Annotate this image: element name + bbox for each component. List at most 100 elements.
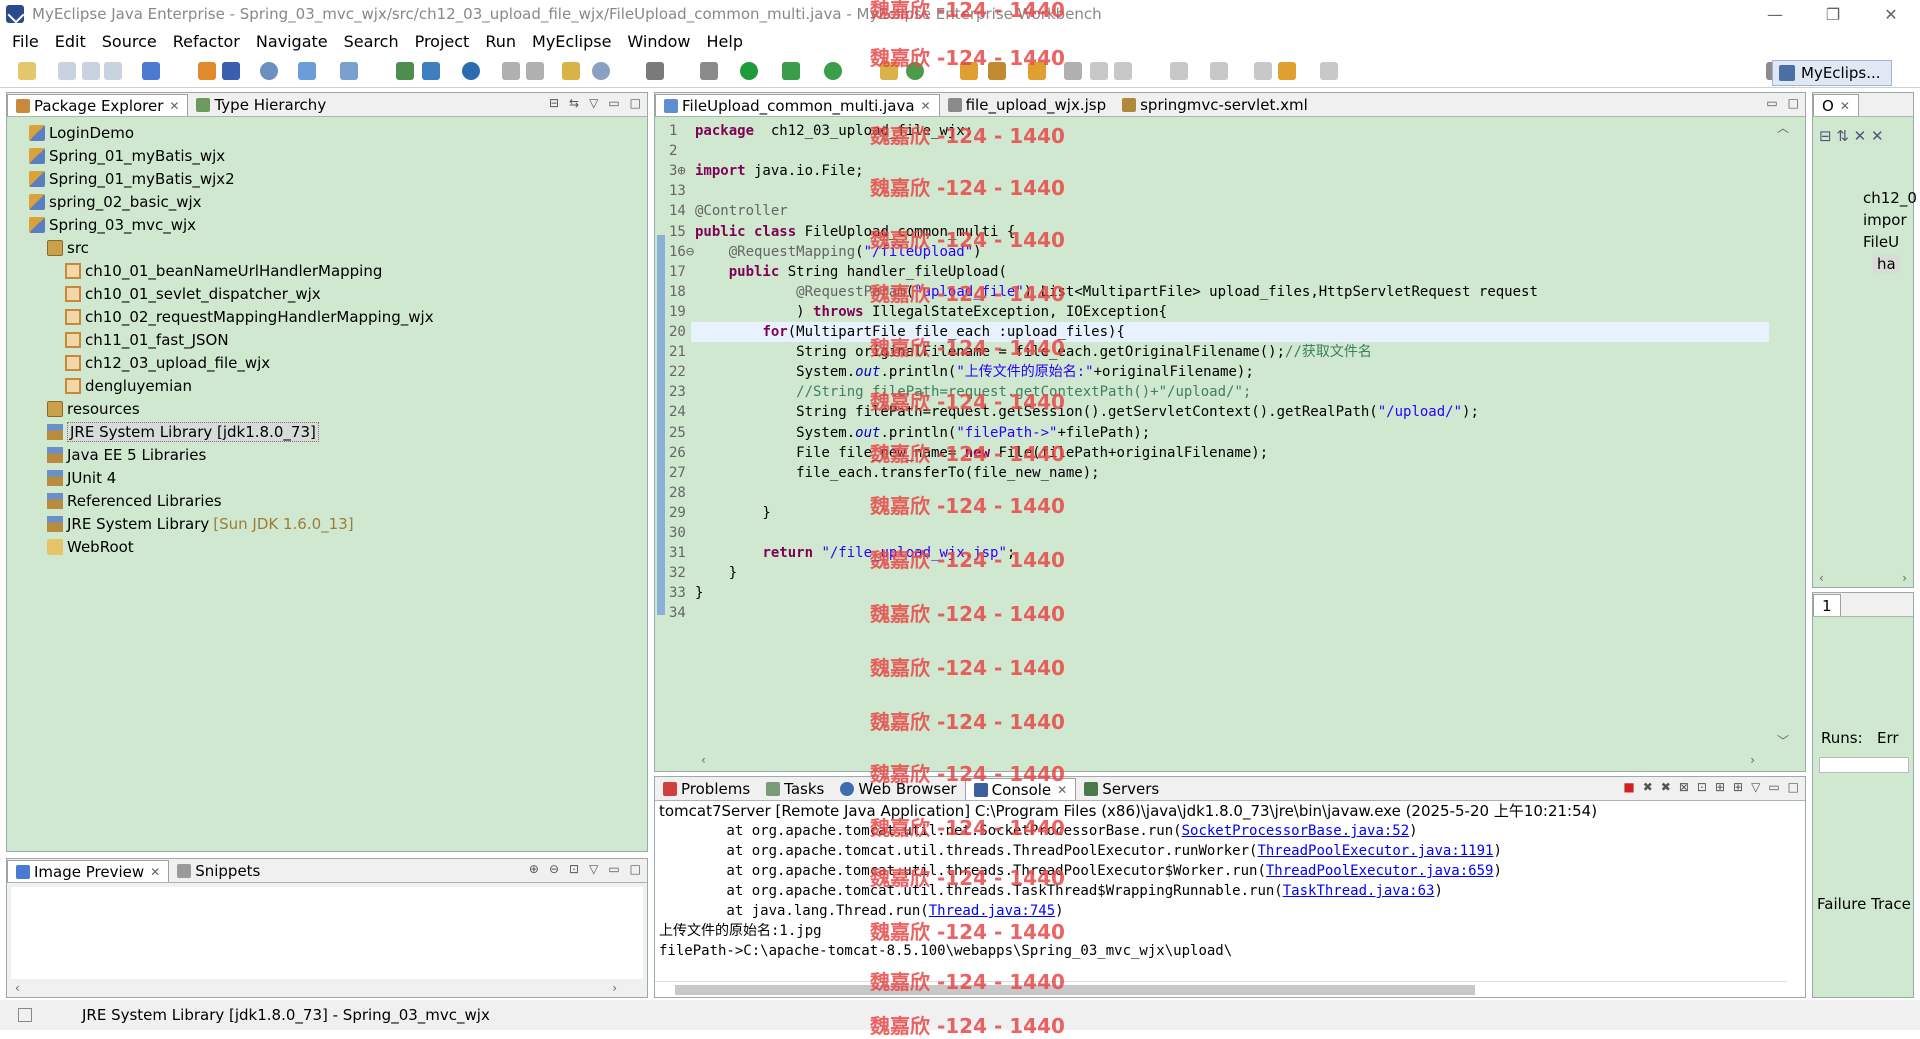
deploy-icon[interactable] xyxy=(198,62,216,80)
maximize-view-icon[interactable]: □ xyxy=(630,862,641,876)
tree-item[interactable]: Spring_01_myBatis_wjx xyxy=(7,144,647,167)
tree-item[interactable]: Spring_01_myBatis_wjx2 xyxy=(7,167,647,190)
outline-item-method[interactable]: ha xyxy=(1873,255,1900,273)
tree-item[interactable]: dengluyemian xyxy=(7,374,647,397)
new-project-icon[interactable] xyxy=(142,62,160,80)
forward-icon[interactable] xyxy=(526,62,544,80)
tree-item[interactable]: Referenced Libraries xyxy=(7,489,647,512)
minimize-view-icon[interactable]: ▭ xyxy=(1768,780,1779,794)
scroll-left-icon[interactable]: ‹ xyxy=(701,753,706,767)
globe-icon[interactable] xyxy=(260,62,278,80)
tree-item[interactable]: resources xyxy=(7,397,647,420)
tab-type-hierarchy[interactable]: Type Hierarchy xyxy=(188,94,334,116)
menu-help[interactable]: Help xyxy=(699,32,751,51)
menu-project[interactable]: Project xyxy=(407,32,478,51)
menu-run[interactable]: Run xyxy=(477,32,524,51)
close-tab-icon[interactable]: ✕ xyxy=(169,99,179,113)
close-tab-icon[interactable]: ✕ xyxy=(921,99,931,113)
display-console-icon[interactable]: ⊞ xyxy=(1715,780,1725,794)
menu-source[interactable]: Source xyxy=(94,32,165,51)
terminate-icon[interactable]: ■ xyxy=(1623,780,1634,794)
back-icon[interactable] xyxy=(502,62,520,80)
tab-fileupload-java[interactable]: FileUpload_common_multi.java ✕ xyxy=(655,94,940,116)
browser-icon[interactable] xyxy=(462,62,480,80)
close-tab-icon[interactable]: ✕ xyxy=(150,865,160,879)
zoom-in-icon[interactable]: ⊕ xyxy=(529,862,539,876)
stack-trace-link[interactable]: ThreadPoolExecutor.java:659 xyxy=(1266,863,1494,879)
scroll-right-icon[interactable]: › xyxy=(1902,571,1907,585)
tree-item[interactable]: WebRoot xyxy=(7,535,647,558)
open-type-icon[interactable] xyxy=(340,62,358,80)
open-console-icon[interactable]: ⊞ xyxy=(1733,780,1743,794)
menu-file[interactable]: File xyxy=(4,32,47,51)
external-tools-icon[interactable] xyxy=(824,62,842,80)
tab-problems[interactable]: Problems xyxy=(655,778,758,800)
outline-item-imports[interactable]: impor xyxy=(1863,211,1907,229)
new-java-project-icon[interactable] xyxy=(562,62,580,80)
toggle-icon[interactable] xyxy=(646,62,664,80)
tree-item[interactable]: ch10_02_requestMappingHandlerMapping_wjx xyxy=(7,305,647,328)
scroll-down-icon[interactable]: ﹀ xyxy=(1777,732,1789,749)
fit-icon[interactable]: ⊡ xyxy=(569,862,579,876)
outline-item-class[interactable]: FileU xyxy=(1863,233,1899,251)
outline-item-package[interactable]: ch12_0 xyxy=(1863,189,1917,207)
nav-back-icon[interactable] xyxy=(1278,62,1296,80)
scroll-right-icon[interactable]: › xyxy=(612,981,617,995)
prev-annotation-icon[interactable] xyxy=(1210,62,1228,80)
remove-all-icon[interactable]: ✖ xyxy=(1661,780,1671,794)
tab-springmvc-xml[interactable]: springmvc-servlet.xml xyxy=(1114,94,1316,116)
tree-item[interactable]: ch11_01_fast_JSON xyxy=(7,328,647,351)
scroll-right-icon[interactable]: › xyxy=(1750,753,1755,767)
web-project-icon[interactable] xyxy=(396,62,414,80)
tree-item[interactable]: LoginDemo xyxy=(7,121,647,144)
new-icon[interactable] xyxy=(18,62,36,80)
run-icon[interactable] xyxy=(740,62,758,80)
tree-item[interactable]: Java EE 5 Libraries xyxy=(7,443,647,466)
scroll-lock-icon[interactable]: ⊠ xyxy=(1679,780,1689,794)
menu-search[interactable]: Search xyxy=(336,32,407,51)
menu-edit[interactable]: Edit xyxy=(47,32,94,51)
view-menu-icon[interactable]: ▽ xyxy=(589,862,598,876)
restore-button[interactable]: ❐ xyxy=(1804,0,1862,28)
tree-item[interactable]: ch12_03_upload_file_wjx xyxy=(7,351,647,374)
last-edit-icon[interactable] xyxy=(1254,62,1272,80)
minimize-view-icon[interactable]: ▭ xyxy=(608,96,619,110)
tree-item[interactable]: spring_02_basic_wjx xyxy=(7,190,647,213)
tab-outline[interactable]: O ✕ xyxy=(1813,94,1859,116)
console-hscrollbar[interactable] xyxy=(655,981,1787,997)
tree-item[interactable]: JUnit 4 xyxy=(7,466,647,489)
menu-window[interactable]: Window xyxy=(619,32,698,51)
tab-file-upload-jsp[interactable]: file_upload_wjx.jsp xyxy=(940,94,1115,116)
print-icon[interactable] xyxy=(104,62,122,80)
tree-item[interactable]: JRE System Library [jdk1.8.0_73] xyxy=(7,420,647,443)
save-all-icon[interactable] xyxy=(82,62,100,80)
minimize-button[interactable]: — xyxy=(1746,0,1804,28)
minimize-view-icon[interactable]: ▭ xyxy=(608,862,619,876)
debug-icon[interactable] xyxy=(700,62,718,80)
run-coverage-icon[interactable] xyxy=(782,62,800,80)
tab-tasks[interactable]: Tasks xyxy=(758,778,832,800)
nav-forward-icon[interactable] xyxy=(1320,62,1338,80)
close-tab-icon[interactable]: ✕ xyxy=(1840,99,1850,113)
console-output[interactable]: at org.apache.tomcat.util.net.SocketProc… xyxy=(655,821,1805,997)
view-menu-icon[interactable]: ▽ xyxy=(589,96,598,110)
save-icon[interactable] xyxy=(58,62,76,80)
show-whitespace-icon[interactable] xyxy=(1114,62,1132,80)
scroll-up-icon[interactable]: ︿ xyxy=(1777,119,1789,136)
stack-trace-link[interactable]: ThreadPoolExecutor.java:1191 xyxy=(1257,843,1493,859)
tree-item[interactable]: Spring_03_mvc_wjx xyxy=(7,213,647,236)
minimize-view-icon[interactable]: ▭ xyxy=(1766,96,1777,110)
pin-console-icon[interactable]: ⊡ xyxy=(1697,780,1707,794)
scroll-left-icon[interactable]: ‹ xyxy=(15,981,20,995)
next-annotation-icon[interactable] xyxy=(1170,62,1188,80)
view-menu-icon[interactable]: ▽ xyxy=(1751,780,1760,794)
tab-servers[interactable]: Servers xyxy=(1076,778,1167,800)
close-window-button[interactable]: ✕ xyxy=(1862,0,1920,28)
menu-refactor[interactable]: Refactor xyxy=(165,32,248,51)
maximize-view-icon[interactable]: □ xyxy=(1788,780,1799,794)
tree-item[interactable]: JRE System Library [Sun JDK 1.6.0_13] xyxy=(7,512,647,535)
stack-trace-link[interactable]: TaskThread.java:63 xyxy=(1283,883,1435,899)
tab-snippets[interactable]: Snippets xyxy=(169,860,268,882)
annotation-icon[interactable] xyxy=(1064,62,1082,80)
collapse-all-icon[interactable]: ⊟ xyxy=(549,96,559,110)
